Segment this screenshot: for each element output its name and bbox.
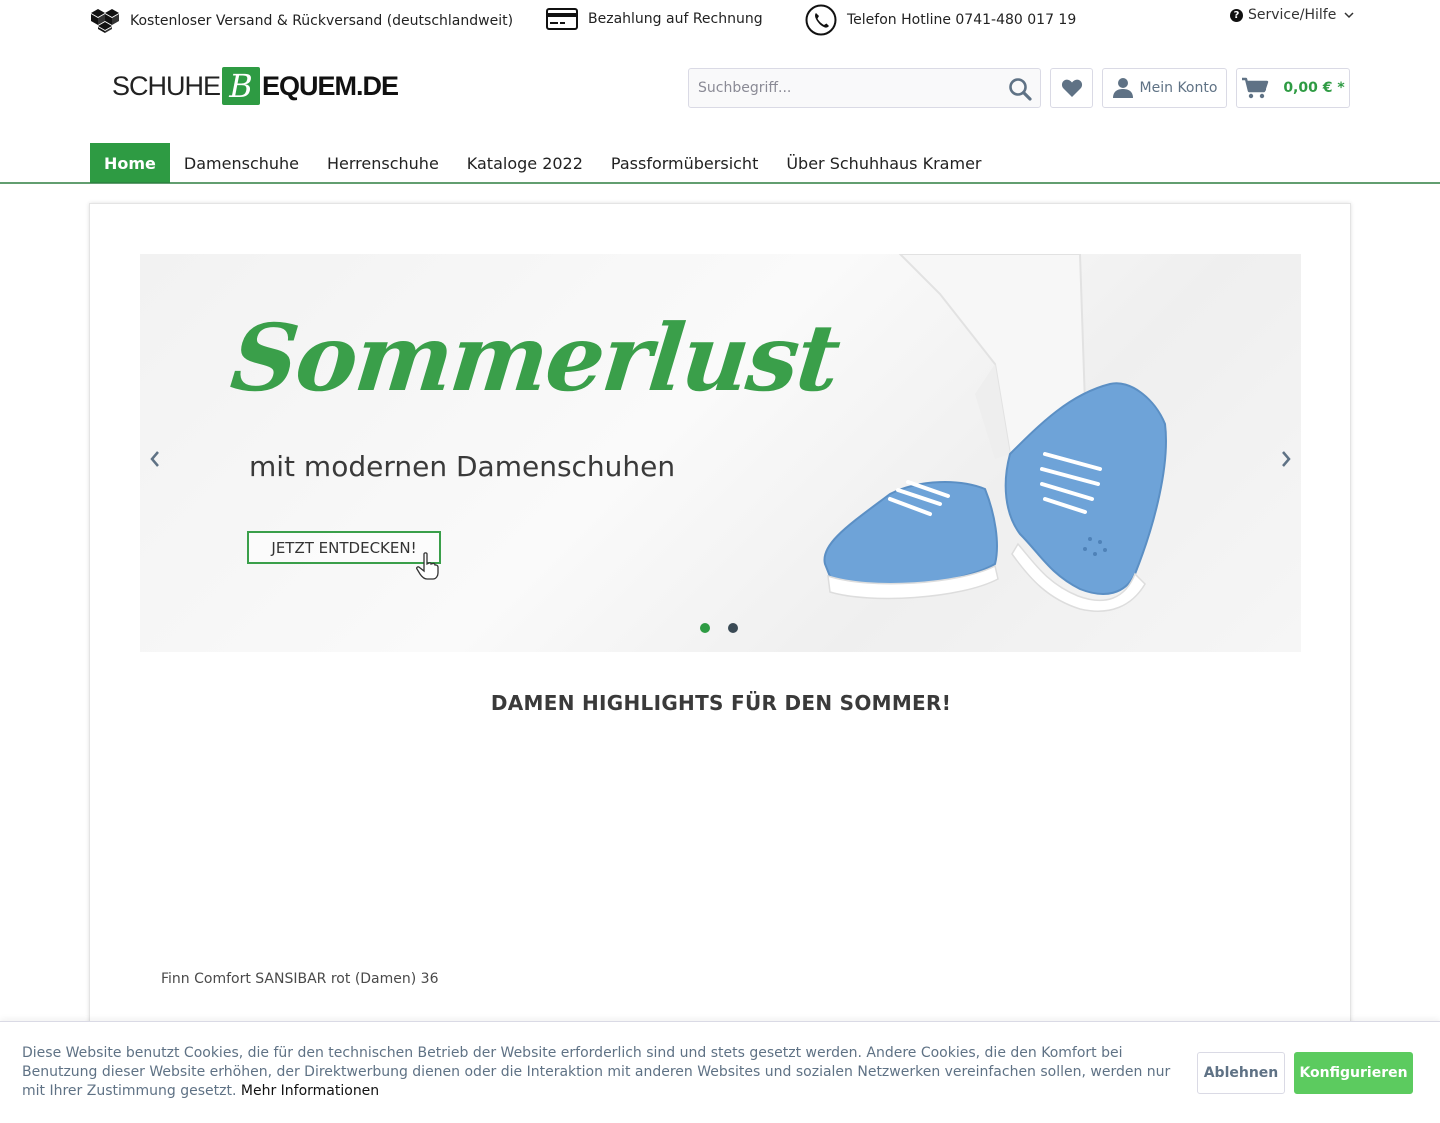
cookie-more-info-link[interactable]: Mehr Informationen bbox=[241, 1083, 379, 1099]
usp-payment-text: Bezahlung auf Rechnung bbox=[588, 11, 763, 27]
phone-icon bbox=[805, 4, 837, 36]
logo-letter-box: B bbox=[222, 67, 261, 105]
nav-item-passformuebersicht[interactable]: Passformübersicht bbox=[597, 143, 772, 183]
user-icon bbox=[1112, 78, 1133, 98]
shopping-cart-icon bbox=[1242, 77, 1269, 99]
logo-text-part2: EQUEM.DE bbox=[262, 70, 399, 101]
slider-dot-2[interactable] bbox=[728, 623, 738, 633]
service-menu[interactable]: ? Service/Hilfe bbox=[1230, 7, 1354, 23]
product-name[interactable]: Finn Comfort SANSIBAR rot (Damen) 36 bbox=[161, 971, 438, 987]
cookie-text: Diese Website benutzt Cookies, die für d… bbox=[22, 1045, 1171, 1099]
slide-subheadline: mit modernen Damenschuhen bbox=[249, 450, 676, 483]
nav-item-herrenschuhe[interactable]: Herrenschuhe bbox=[313, 143, 453, 183]
slider-next-button[interactable] bbox=[1271, 444, 1301, 474]
top-bar: Kostenloser Versand & Rückversand (deuts… bbox=[0, 0, 1440, 40]
main-navigation: Home Damenschuhe Herrenschuhe Kataloge 2… bbox=[90, 143, 995, 183]
account-label: Mein Konto bbox=[1139, 80, 1218, 96]
service-label: Service/Hilfe bbox=[1248, 7, 1337, 23]
boxes-icon bbox=[91, 9, 119, 33]
usp-hotline: Telefon Hotline 0741-480 017 19 bbox=[805, 4, 1076, 36]
search-form bbox=[688, 68, 1041, 108]
search-input[interactable] bbox=[689, 69, 989, 107]
cookie-configure-button[interactable]: Konfigurieren bbox=[1294, 1052, 1413, 1094]
site-logo[interactable]: SCHUHE B EQUEM.DE bbox=[112, 67, 399, 105]
usp-shipping: Kostenloser Versand & Rückversand (deuts… bbox=[90, 8, 513, 34]
nav-item-damenschuhe[interactable]: Damenschuhe bbox=[170, 143, 313, 183]
section-title: DAMEN HIGHLIGHTS FÜR DEN SOMMER! bbox=[490, 691, 952, 715]
usp-payment: Bezahlung auf Rechnung bbox=[546, 8, 763, 30]
logo-text-part1: SCHUHE bbox=[112, 70, 221, 101]
nav-divider bbox=[0, 182, 1440, 184]
nav-item-kataloge[interactable]: Kataloge 2022 bbox=[453, 143, 597, 183]
search-icon bbox=[1009, 78, 1032, 101]
content-card: Sommerlust mit modernen Damenschuhen JET… bbox=[89, 203, 1351, 1103]
slide-headline: Sommerlust bbox=[226, 304, 844, 412]
wishlist-button[interactable] bbox=[1050, 68, 1093, 108]
cookie-text-block: Diese Website benutzt Cookies, die für d… bbox=[22, 1044, 1172, 1101]
cart-button[interactable]: 0,00 € * bbox=[1236, 68, 1350, 108]
slider-dots bbox=[700, 623, 738, 633]
heart-icon bbox=[1061, 79, 1082, 97]
chevron-down-icon bbox=[1344, 11, 1354, 18]
chevron-left-icon bbox=[150, 451, 159, 467]
hero-slider[interactable]: Sommerlust mit modernen Damenschuhen JET… bbox=[140, 254, 1301, 652]
shoes-illustration bbox=[823, 254, 1167, 612]
cookie-bar: Diese Website benutzt Cookies, die für d… bbox=[0, 1021, 1440, 1123]
question-icon: ? bbox=[1230, 8, 1243, 22]
usp-hotline-text: Telefon Hotline 0741-480 017 19 bbox=[847, 12, 1077, 28]
cookie-decline-button[interactable]: Ablehnen bbox=[1197, 1052, 1285, 1094]
chevron-right-icon bbox=[1282, 451, 1291, 467]
credit-card-icon bbox=[546, 8, 578, 30]
nav-item-home[interactable]: Home bbox=[90, 143, 170, 183]
slider-dot-1[interactable] bbox=[700, 623, 710, 633]
account-button[interactable]: Mein Konto bbox=[1102, 68, 1227, 108]
hand-cursor-icon bbox=[416, 552, 439, 580]
cart-total: 0,00 € * bbox=[1283, 80, 1345, 96]
usp-shipping-text: Kostenloser Versand & Rückversand (deuts… bbox=[130, 13, 514, 29]
slider-prev-button[interactable] bbox=[140, 444, 170, 474]
slide-cta-button[interactable]: JETZT ENTDECKEN! bbox=[247, 531, 441, 564]
search-button[interactable] bbox=[1008, 77, 1032, 105]
nav-item-ueber-uns[interactable]: Über Schuhhaus Kramer bbox=[772, 143, 995, 183]
